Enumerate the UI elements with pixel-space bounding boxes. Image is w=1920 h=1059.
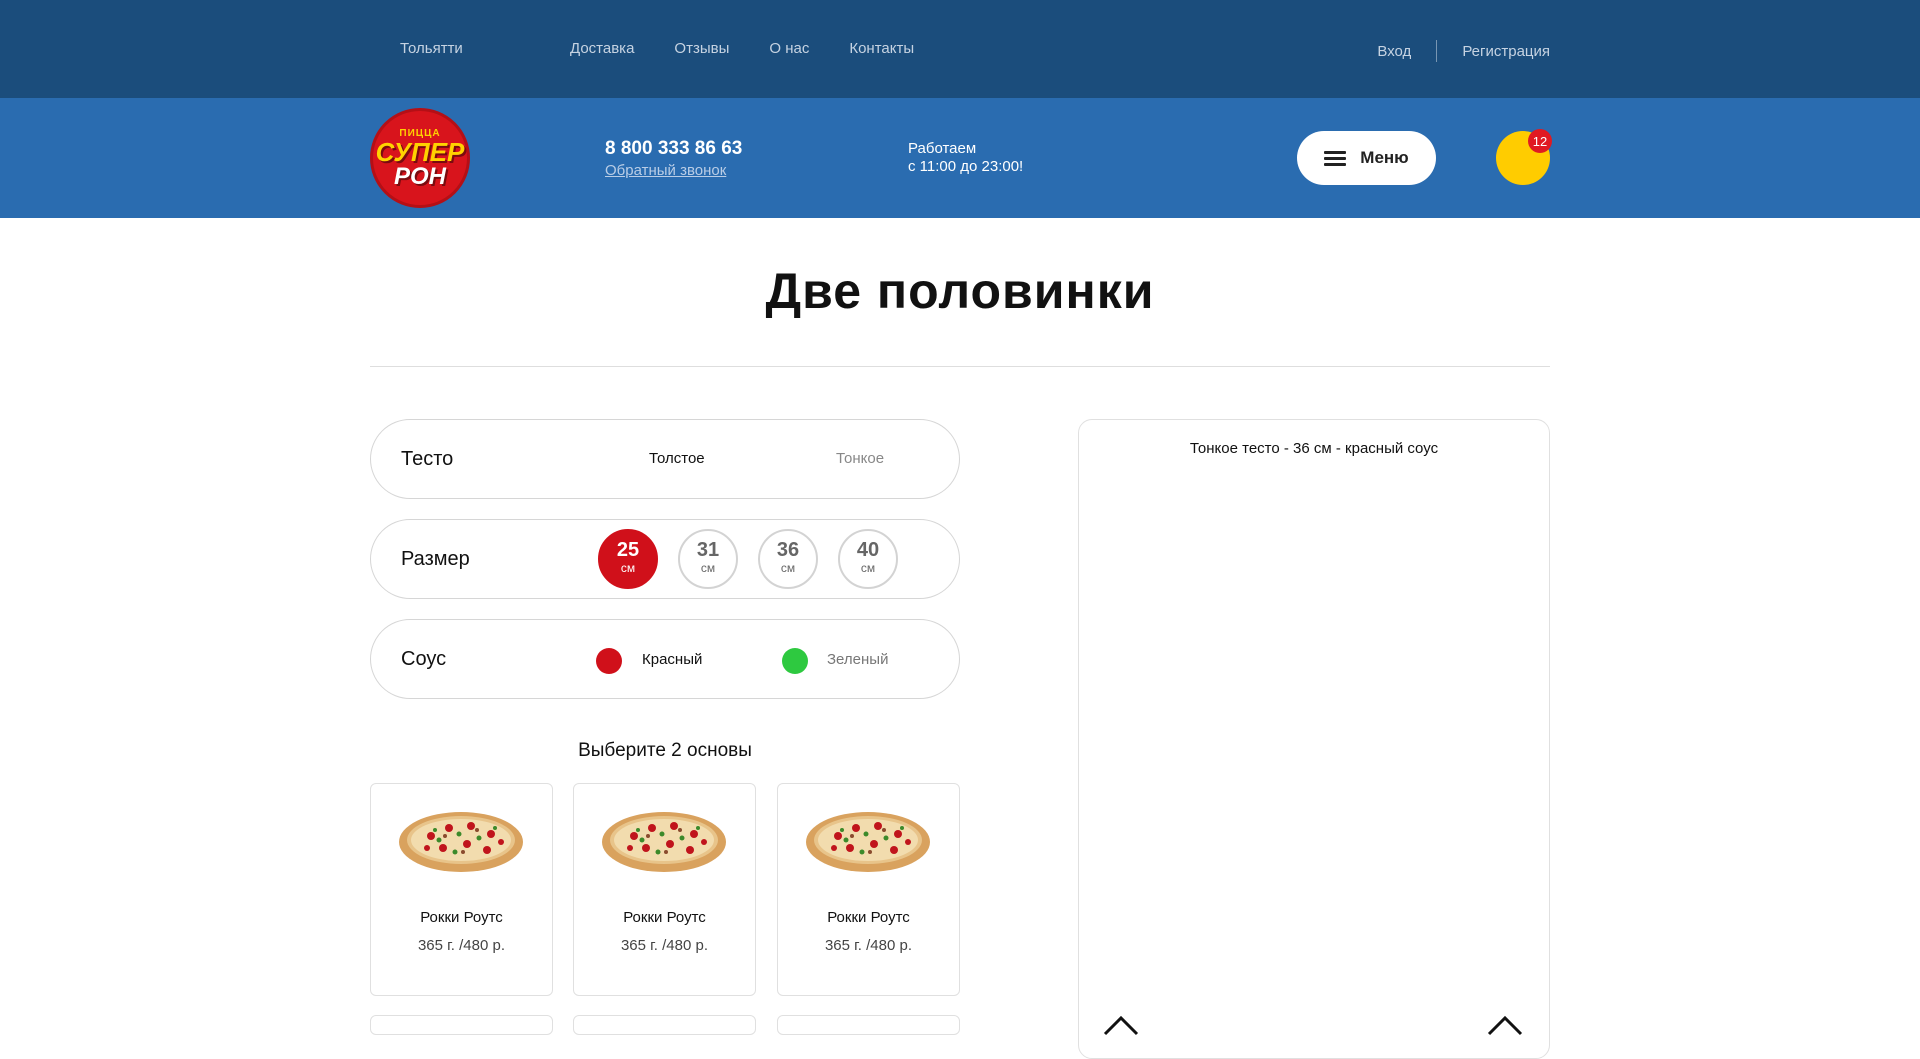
sauce-selector: Соус Красный Зеленый	[370, 619, 960, 699]
base-name: Рокки Роутс	[827, 909, 910, 926]
title-divider	[370, 366, 1550, 367]
pizza-image	[399, 812, 523, 872]
dough-thick-option[interactable]: Толстое	[649, 450, 705, 467]
logo[interactable]: ПИЦЦА СУПЕР РОН	[370, 108, 470, 208]
phone-block: 8 800 333 86 63 Обратный звонок	[605, 138, 742, 179]
sauce-green-dot[interactable]	[782, 648, 808, 674]
sauce-green-option[interactable]: Зеленый	[827, 651, 888, 668]
auth-divider	[1436, 40, 1438, 62]
size-unit: см	[860, 561, 876, 575]
top-nav: Доставка Отзывы О нас Контакты	[570, 40, 954, 57]
auth-links: Вход Регистрация	[1377, 40, 1550, 62]
sauce-label: Соус	[401, 648, 447, 670]
logo-mid-text: СУПЕР	[375, 136, 465, 167]
size-unit: см	[700, 561, 716, 575]
base-card[interactable]	[370, 1015, 553, 1035]
city-selector[interactable]: Тольятти	[400, 40, 463, 57]
nav-reviews[interactable]: Отзывы	[674, 40, 729, 57]
cart-button[interactable]: 12	[1496, 129, 1552, 185]
cart-count-badge: 12	[1528, 129, 1552, 153]
size-value: 40	[856, 539, 880, 561]
header: ПИЦЦА СУПЕР РОН 8 800 333 86 63 Обратный…	[0, 98, 1920, 218]
size-unit: см	[620, 561, 636, 575]
base-price: 365 г. /480 р.	[824, 937, 913, 954]
base-card[interactable]: Рокки Роутс 365 г. /480 р.	[777, 783, 960, 996]
burger-icon	[1324, 150, 1347, 166]
preview-title: Тонкое тесто - 36 см - красный соус	[1189, 440, 1439, 457]
base-price: 365 г. /480 р.	[620, 937, 709, 954]
size-option-25[interactable]: 25 см	[598, 529, 658, 589]
working-hours: Работаем с 11:00 до 23:00!	[908, 140, 1023, 176]
dough-selector: Тесто Толстое Тонкое	[370, 419, 960, 499]
logo-bottom-text: РОН	[393, 162, 446, 190]
base-card[interactable]	[777, 1015, 960, 1035]
size-value: 25	[616, 539, 640, 561]
chevron-up-icon[interactable]	[1487, 1008, 1523, 1044]
pizza-image	[806, 812, 930, 872]
login-link[interactable]: Вход	[1377, 43, 1411, 60]
base-card[interactable]: Рокки Роутс 365 г. /480 р.	[370, 783, 553, 996]
sauce-red-dot[interactable]	[596, 648, 622, 674]
page-title: Две половинки	[765, 263, 1155, 319]
register-link[interactable]: Регистрация	[1462, 43, 1550, 60]
callback-link[interactable]: Обратный звонок	[605, 162, 742, 179]
size-value: 36	[776, 539, 800, 561]
phone-number[interactable]: 8 800 333 86 63	[605, 138, 742, 160]
bases-heading: Выберите 2 основы	[578, 740, 752, 761]
menu-button-label: Меню	[1360, 148, 1409, 167]
size-option-36[interactable]: 36 см	[758, 529, 818, 589]
pizza-preview-panel: Тонкое тесто - 36 см - красный соус	[1078, 419, 1550, 1059]
nav-contacts[interactable]: Контакты	[849, 40, 914, 57]
base-name: Рокки Роутс	[623, 909, 706, 926]
base-card[interactable]	[573, 1015, 756, 1035]
top-bar: Тольятти Доставка Отзывы О нас Контакты …	[0, 0, 1920, 98]
size-selector: Размер 25 см 31 см 36 см 40 см	[370, 519, 960, 599]
chevron-up-icon[interactable]	[1103, 1008, 1139, 1044]
sauce-red-option[interactable]: Красный	[642, 651, 702, 668]
dough-thin-option[interactable]: Тонкое	[836, 450, 884, 467]
size-option-40[interactable]: 40 см	[838, 529, 898, 589]
base-name: Рокки Роутс	[420, 909, 503, 926]
hours-line-1: Работаем	[908, 140, 977, 157]
base-card[interactable]: Рокки Роутс 365 г. /480 р.	[573, 783, 756, 996]
menu-button[interactable]: Меню	[1297, 131, 1436, 185]
nav-about[interactable]: О нас	[769, 40, 809, 57]
hours-line-2: с 11:00 до 23:00!	[908, 158, 1024, 175]
pizza-image	[602, 812, 726, 872]
nav-delivery[interactable]: Доставка	[570, 40, 634, 57]
dough-label: Тесто	[401, 448, 454, 470]
size-unit: см	[780, 561, 796, 575]
size-option-31[interactable]: 31 см	[678, 529, 738, 589]
size-value: 31	[696, 539, 720, 561]
size-label: Размер	[401, 548, 470, 570]
base-price: 365 г. /480 р.	[417, 937, 506, 954]
